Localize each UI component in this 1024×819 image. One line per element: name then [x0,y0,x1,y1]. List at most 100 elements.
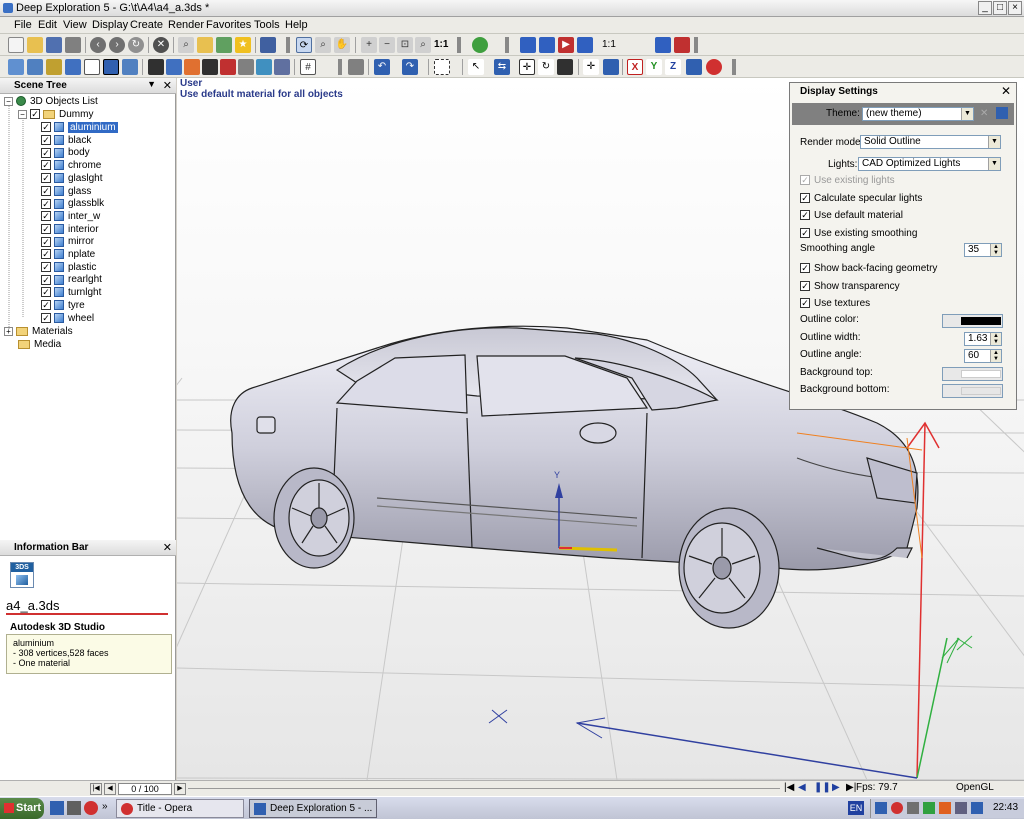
sync-icon[interactable] [216,37,232,53]
pause-icon[interactable]: ❚❚ [814,782,831,793]
favorites-star-icon[interactable]: ★ [235,37,251,53]
quick-launch-more-icon[interactable]: » [102,801,108,812]
back-icon[interactable]: ‹ [90,37,106,53]
move-gizmo-icon[interactable]: ✛ [519,59,535,75]
smoothing-angle-input[interactable]: 35 ▲ ▼ [964,243,1002,257]
existing-smoothing-checkbox[interactable]: ✓ Use existing smoothing [800,228,917,239]
play-forward-icon[interactable]: ▶ [832,782,840,793]
zoom-in-icon[interactable]: + [361,37,377,53]
search-icon[interactable]: ⌕ [178,37,194,53]
shade-solid-outline-icon[interactable] [103,59,119,75]
shade-hidden-icon[interactable] [122,59,138,75]
axis-x-toggle[interactable]: X [627,59,643,75]
material-ball-icon[interactable] [706,59,722,75]
cube-shadow-icon[interactable] [274,59,290,75]
menu-edit[interactable]: Edit [38,19,57,31]
snap-icon[interactable] [686,59,702,75]
cube-black-icon[interactable] [202,59,218,75]
maximize-button[interactable]: □ [993,1,1007,15]
render-mode-select[interactable]: Solid Outline ▼ [860,135,1001,149]
prev-frame-icon[interactable]: ◀ [104,783,116,795]
cube-gray-icon[interactable] [238,59,254,75]
open-folder-icon[interactable] [27,37,43,53]
zoom-ratio-label[interactable]: 1:1 [602,39,616,50]
render-icon[interactable] [655,37,671,53]
textures-checkbox[interactable]: ✓ Use textures [800,298,870,309]
globe-icon[interactable] [472,37,488,53]
shade-wire-icon[interactable] [8,59,24,75]
save-theme-icon[interactable] [996,107,1008,119]
step-back-icon[interactable]: ◀ [798,782,806,793]
window-icon[interactable] [260,37,276,53]
spinner-icon[interactable]: ▲ ▼ [990,350,1001,362]
transform-icon[interactable]: ✛ [583,59,599,75]
transparency-checkbox[interactable]: ✓ Show transparency [800,281,900,292]
lights-select[interactable]: CAD Optimized Lights ▼ [858,157,1001,171]
task-opera[interactable]: Title - Opera [116,799,244,818]
tray-icon-2[interactable] [891,802,903,814]
rotate-gizmo-icon[interactable]: ↻ [538,59,554,75]
background-top-picker[interactable] [942,367,1003,381]
quick-launch-ie-icon[interactable] [50,801,64,815]
default-material-checkbox[interactable]: ✓ Use default material [800,210,903,221]
undo-icon[interactable]: ↶ [374,59,390,75]
move-arrows-icon[interactable]: ⇆ [494,59,510,75]
menu-display[interactable]: Display [92,19,128,31]
language-indicator[interactable]: EN [848,801,864,815]
background-bottom-picker[interactable] [942,384,1003,398]
zoom-extents-icon[interactable]: ⊡ [397,37,413,53]
quick-launch-opera-icon[interactable] [84,801,98,815]
axis-y-toggle[interactable]: Y [646,59,662,75]
print-icon[interactable] [65,37,81,53]
back-facing-checkbox[interactable]: ✓ Show back-facing geometry [800,263,937,274]
clock[interactable]: 22:43 [993,802,1018,813]
tray-icon-7[interactable] [971,802,983,814]
scale-gizmo-icon[interactable] [557,59,573,75]
shade-flat-icon[interactable] [27,59,43,75]
rewind-icon[interactable]: |◀ [784,782,794,793]
camera-front-icon[interactable] [520,37,536,53]
close-button[interactable]: × [1008,1,1022,15]
shade-texture-icon[interactable] [46,59,62,75]
theme-select[interactable]: (new theme) ▼ [862,107,974,121]
close-info-bar-icon[interactable]: ✕ [163,541,172,554]
delete-theme-icon[interactable]: ✕ [980,108,988,119]
camera-top-icon[interactable] [539,37,555,53]
shade-outline-icon[interactable] [84,59,100,75]
timeline-track[interactable] [188,788,780,789]
close-display-settings-icon[interactable]: ✕ [1001,84,1011,98]
outline-color-picker[interactable] [942,314,1003,328]
camera-side-icon[interactable] [577,37,593,53]
next-frame-icon[interactable]: ▶ [174,783,186,795]
folder-icon[interactable] [197,37,213,53]
minimize-button[interactable]: _ [978,1,992,15]
specular-lights-checkbox[interactable]: ✓ Calculate specular lights [800,193,922,204]
spinner-icon[interactable]: ▲ ▼ [990,244,1001,256]
camera-icon[interactable] [348,59,364,75]
tray-icon-3[interactable] [907,802,919,814]
light-icon[interactable] [148,59,164,75]
frame-counter[interactable]: 0 / 100 [118,783,172,795]
outline-width-input[interactable]: 1.63 ▲ ▼ [964,332,1002,346]
menu-view[interactable]: View [63,19,87,31]
save-icon[interactable] [46,37,62,53]
align-icon[interactable] [603,59,619,75]
cube-cyan-icon[interactable] [256,59,272,75]
menu-create[interactable]: Create [130,19,163,31]
end-icon[interactable]: ▶| [846,782,856,793]
quick-launch-icon[interactable] [67,801,81,815]
redo-icon[interactable]: ↷ [402,59,418,75]
task-deep-exploration[interactable]: Deep Exploration 5 - ... [249,799,377,818]
tray-icon-6[interactable] [955,802,967,814]
tray-icon-1[interactable] [875,802,887,814]
zoom-1-1-label[interactable]: 1:1 [434,39,448,50]
zoom-window-icon[interactable]: ⌕ [415,37,431,53]
spinner-icon[interactable]: ▲ ▼ [990,333,1001,345]
pan-hand-icon[interactable]: ✋ [334,37,350,53]
cube-orange-icon[interactable] [184,59,200,75]
menu-file[interactable]: File [14,19,32,31]
cube-red-icon[interactable] [220,59,236,75]
zoom-view-icon[interactable]: ⌕ [315,37,331,53]
pointer-icon[interactable]: ↖ [468,59,484,75]
menu-favorites[interactable]: Favorites [206,19,251,31]
